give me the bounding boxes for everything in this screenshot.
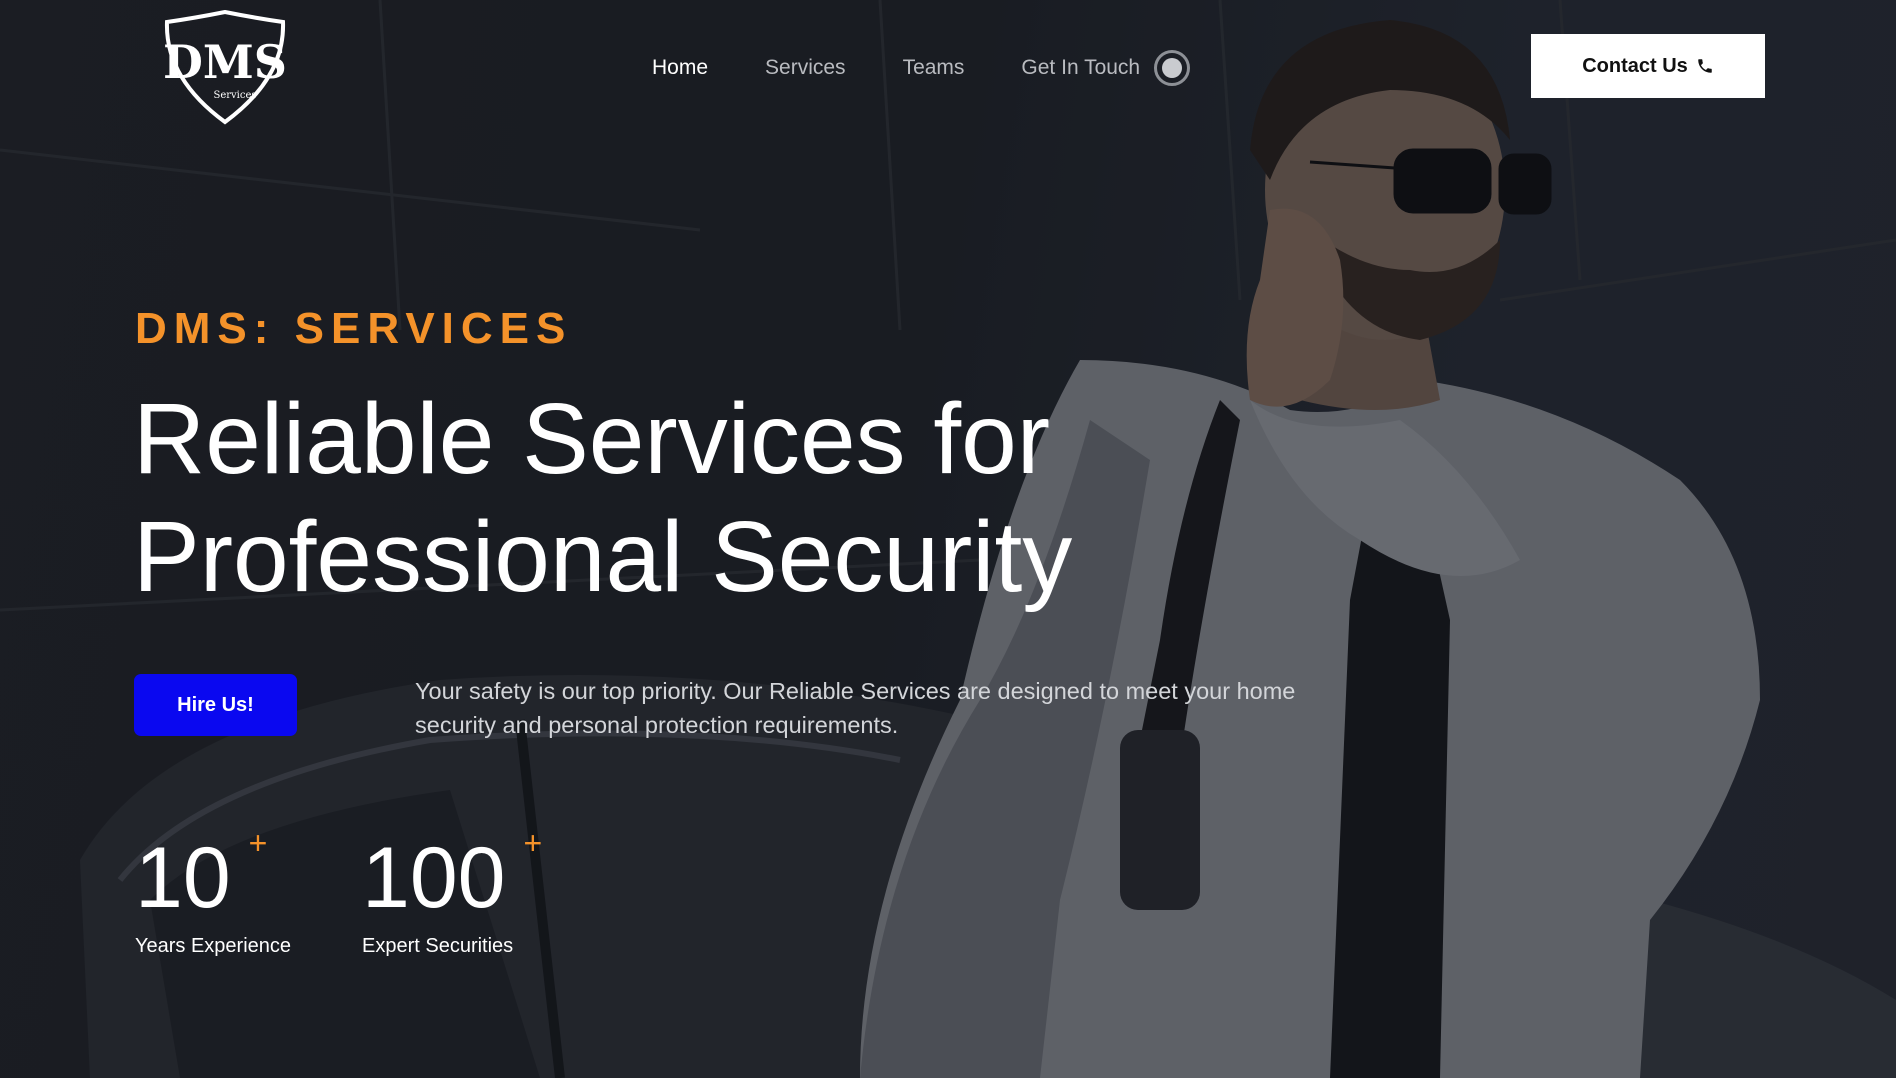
hero-eyebrow: DMS: SERVICES	[135, 304, 573, 353]
contact-us-button[interactable]: Contact Us	[1531, 34, 1765, 98]
stat-value: 100	[362, 830, 506, 926]
contact-us-label: Contact Us	[1582, 54, 1688, 77]
main-nav: Home Services Teams Get In Touch	[652, 50, 1191, 86]
phone-icon	[1698, 59, 1712, 73]
theme-toggle-icon[interactable]	[1154, 50, 1191, 86]
nav-get-in-touch[interactable]: Get In Touch	[1021, 56, 1140, 80]
hero-section: DMS Services Home Services Teams Get In …	[0, 0, 1896, 1078]
stat-value: 10	[135, 830, 231, 926]
toggle-knob	[1162, 58, 1183, 78]
dms-logo[interactable]: DMS Services	[155, 8, 295, 126]
stat-expert-securities: 100 + Expert Securities	[362, 825, 542, 958]
hire-us-button[interactable]: Hire Us!	[134, 674, 297, 736]
headline-line-2: Professional Security	[133, 501, 1073, 613]
nav-teams[interactable]: Teams	[903, 56, 965, 80]
hero-description: Your safety is our top priority. Our Rel…	[415, 678, 1296, 738]
svg-text:Services: Services	[213, 90, 256, 101]
svg-text:DMS: DMS	[163, 35, 287, 89]
hero-headline: Reliable Services for Professional Secur…	[133, 380, 1072, 616]
headline-line-1: Reliable Services for	[133, 383, 1051, 495]
stat-label: Years Experience	[135, 935, 292, 957]
stat-years-experience: 10 + Years Experience	[135, 825, 292, 958]
nav-services[interactable]: Services	[765, 56, 846, 80]
nav-home[interactable]: Home	[652, 56, 708, 80]
hero-content: DMS Services Home Services Teams Get In …	[0, 0, 1896, 1078]
stat-label: Expert Securities	[362, 935, 514, 957]
stat-plus: +	[248, 825, 268, 861]
stat-plus: +	[523, 825, 543, 861]
